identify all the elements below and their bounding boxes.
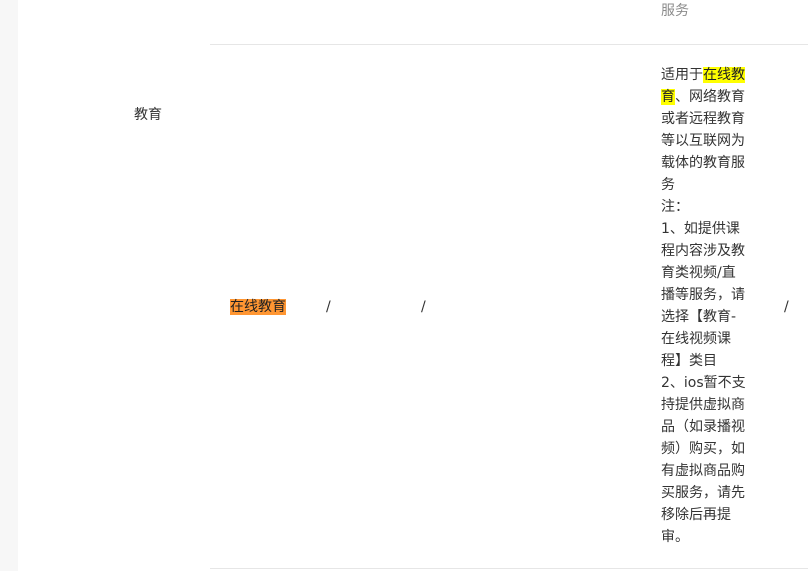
service-highlight: 在线教育 bbox=[230, 299, 286, 315]
service-cell: 在线教育 bbox=[230, 296, 286, 318]
previous-row-fragment: 服务 bbox=[661, 3, 689, 19]
row-divider-top bbox=[210, 44, 808, 45]
column-4-cell: / bbox=[421, 299, 426, 315]
column-6-cell: / bbox=[784, 299, 789, 315]
column-3-cell: / bbox=[326, 299, 331, 315]
category-cell: 教育 bbox=[134, 107, 162, 123]
row-divider-bottom bbox=[210, 568, 808, 569]
description-rest: 、网络教育或者远程教育等以互联网为载体的教育服务 注： 1、如提供课程内容涉及教… bbox=[661, 89, 746, 545]
description-cell: 适用于在线教育、网络教育或者远程教育等以互联网为载体的教育服务 注： 1、如提供… bbox=[661, 64, 749, 548]
description-prefix: 适用于 bbox=[661, 67, 703, 83]
